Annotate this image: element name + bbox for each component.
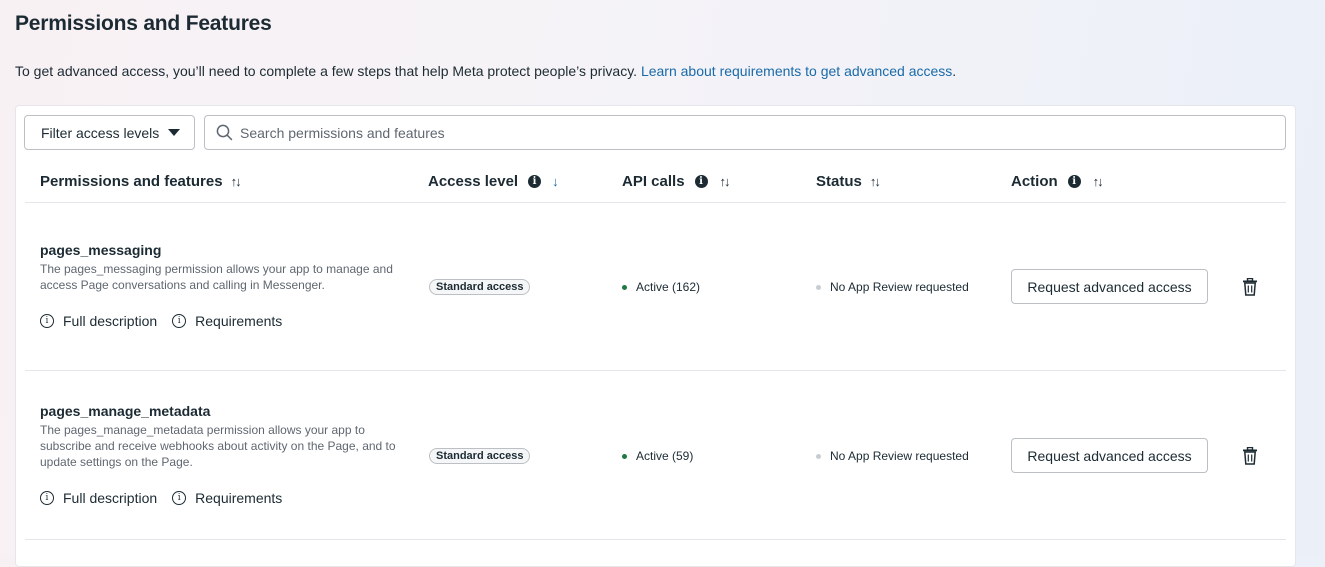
column-header-api-calls[interactable]: API calls i ↑↓ bbox=[622, 173, 731, 190]
review-status: No App Review requested bbox=[816, 280, 969, 294]
permission-name: pages_manage_metadata bbox=[40, 403, 211, 419]
permission-links: i Full description i Requirements bbox=[40, 313, 297, 329]
sort-icon[interactable]: ↑↓ bbox=[720, 174, 731, 189]
permission-name: pages_messaging bbox=[40, 242, 162, 258]
info-circle-icon: i bbox=[40, 491, 54, 505]
permissions-card: Filter access levels Permissions and fea… bbox=[15, 105, 1296, 567]
page-title: Permissions and Features bbox=[15, 12, 272, 35]
trash-icon[interactable] bbox=[1242, 447, 1258, 465]
info-circle-icon: i bbox=[172, 314, 187, 328]
filter-label: Filter access levels bbox=[41, 124, 160, 141]
info-icon[interactable]: i bbox=[694, 175, 708, 188]
header-divider bbox=[25, 202, 1286, 203]
review-status-label: No App Review requested bbox=[830, 280, 969, 294]
info-circle-icon: i bbox=[40, 314, 54, 328]
api-calls-label: Active (59) bbox=[636, 449, 694, 463]
column-header-label: Permissions and features bbox=[40, 173, 223, 190]
search-icon bbox=[216, 124, 233, 141]
search-input[interactable] bbox=[240, 116, 1270, 149]
link-label: Requirements bbox=[195, 490, 283, 506]
caret-down-icon bbox=[168, 129, 180, 136]
access-level-badge: Standard access bbox=[429, 279, 531, 295]
sort-icon[interactable]: ↑↓ bbox=[1093, 174, 1104, 189]
column-header-access-level[interactable]: Access level i ↓ bbox=[428, 173, 559, 190]
info-circle-icon: i bbox=[172, 491, 187, 505]
requirements-link[interactable]: i Requirements bbox=[172, 490, 282, 506]
request-advanced-access-button[interactable]: Request advanced access bbox=[1011, 438, 1208, 473]
row-divider bbox=[25, 539, 1286, 540]
requirements-link[interactable]: i Requirements bbox=[172, 313, 282, 329]
intro-body: To get advanced access, you’ll need to c… bbox=[15, 63, 641, 79]
status-dot-icon bbox=[816, 453, 821, 459]
row-divider bbox=[25, 370, 1286, 371]
permission-description: The pages_messaging permission allows yo… bbox=[40, 262, 393, 292]
search-field[interactable] bbox=[204, 115, 1286, 150]
active-dot-icon bbox=[622, 284, 627, 290]
link-label: Requirements bbox=[195, 313, 283, 329]
filter-access-levels-dropdown[interactable]: Filter access levels bbox=[24, 115, 195, 150]
api-calls-status: Active (162) bbox=[622, 280, 700, 294]
link-label: Full description bbox=[63, 490, 158, 506]
trash-icon[interactable] bbox=[1242, 278, 1258, 296]
active-dot-icon bbox=[622, 453, 627, 459]
status-dot-icon bbox=[816, 284, 821, 290]
info-icon[interactable]: i bbox=[1067, 175, 1081, 188]
access-level-badge: Standard access bbox=[429, 448, 531, 464]
full-description-link[interactable]: i Full description bbox=[40, 490, 157, 506]
api-calls-label: Active (162) bbox=[636, 280, 701, 294]
review-status: No App Review requested bbox=[816, 449, 969, 463]
intro-text: To get advanced access, you’ll need to c… bbox=[15, 63, 956, 79]
column-header-label: Access level bbox=[428, 173, 519, 190]
request-advanced-access-button[interactable]: Request advanced access bbox=[1011, 269, 1208, 304]
requirements-link[interactable]: Learn about requirements to get advanced… bbox=[641, 63, 952, 79]
info-icon[interactable]: i bbox=[528, 175, 542, 188]
review-status-label: No App Review requested bbox=[830, 449, 969, 463]
column-header-label: Action bbox=[1011, 173, 1058, 190]
column-header-label: API calls bbox=[622, 173, 685, 190]
column-header-label: Status bbox=[816, 173, 862, 190]
link-label: Full description bbox=[63, 313, 158, 329]
column-header-permissions[interactable]: Permissions and features ↑↓ bbox=[40, 173, 242, 190]
full-description-link[interactable]: i Full description bbox=[40, 313, 157, 329]
intro-period: . bbox=[952, 63, 957, 79]
api-calls-status: Active (59) bbox=[622, 449, 693, 463]
permission-description: The pages_manage_metadata permission all… bbox=[40, 423, 396, 469]
sort-icon[interactable]: ↑↓ bbox=[870, 174, 881, 189]
column-header-status[interactable]: Status ↑↓ bbox=[816, 173, 881, 190]
column-header-action[interactable]: Action i ↑↓ bbox=[1011, 173, 1104, 190]
sort-icon[interactable]: ↑↓ bbox=[231, 174, 242, 189]
sort-descending-icon[interactable]: ↓ bbox=[552, 174, 559, 189]
permission-links: i Full description i Requirements bbox=[40, 490, 297, 506]
